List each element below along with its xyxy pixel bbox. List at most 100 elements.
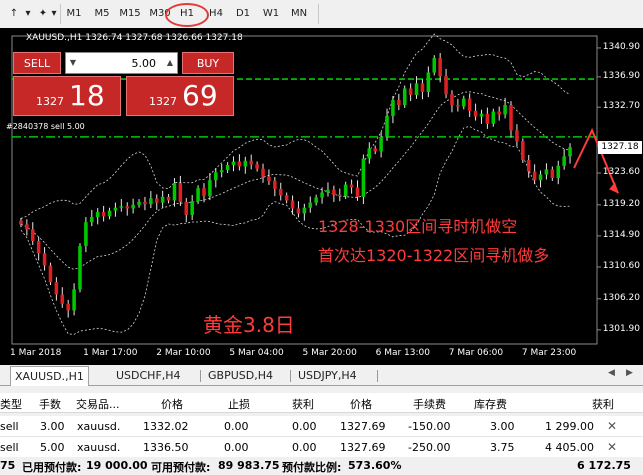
- candle: [66, 303, 70, 311]
- row-commission: -250.00: [408, 441, 451, 454]
- candle: [343, 184, 348, 197]
- row-type: sell: [0, 441, 19, 454]
- dropdown-icon[interactable]: ▾: [24, 6, 32, 22]
- tab-xauusd[interactable]: XAUUSD.,H1: [10, 366, 89, 386]
- timeframe-m5[interactable]: M5: [92, 6, 112, 22]
- tab-scroll-right-icon[interactable]: ▶: [626, 368, 633, 378]
- timeframe-d1[interactable]: D1: [233, 6, 253, 22]
- candle: [225, 165, 230, 171]
- tab-usdjpy[interactable]: USDJPY,H4: [298, 368, 357, 384]
- candle: [379, 136, 383, 152]
- col-swap[interactable]: 库存费: [474, 396, 507, 412]
- close-order-icon[interactable]: ✕: [607, 419, 617, 433]
- time-tick-label: 5 Mar 04:00: [229, 348, 284, 358]
- tab-scroll-left-icon[interactable]: ◀: [608, 368, 615, 378]
- col-profit[interactable]: 获利: [592, 396, 614, 412]
- candle: [137, 201, 141, 205]
- col-symbol[interactable]: 交易品...: [76, 396, 120, 412]
- close-order-icon[interactable]: ✕: [607, 440, 617, 454]
- margin-ratio-value: 573.60%: [348, 459, 402, 472]
- timeframe-m1[interactable]: M1: [64, 6, 84, 22]
- candle: [30, 229, 35, 241]
- annotation-title: 黄金3.8日: [203, 313, 295, 337]
- candle: [273, 180, 277, 189]
- tab-usdchf[interactable]: USDCHF,H4: [116, 368, 181, 384]
- buy-button[interactable]: BUY: [182, 52, 234, 74]
- candle: [532, 171, 537, 181]
- col-tp[interactable]: 获利: [292, 396, 314, 412]
- col-commission[interactable]: 手续费: [413, 396, 446, 412]
- lot-size-input[interactable]: [80, 55, 156, 71]
- candle: [408, 88, 413, 95]
- candle: [473, 110, 478, 117]
- candle: [249, 160, 253, 165]
- lot-increase-icon[interactable]: ▲: [164, 53, 176, 73]
- sell-price-box[interactable]: 1327 18: [13, 76, 121, 116]
- candle: [361, 158, 366, 197]
- time-tick-label: 2 Mar 10:00: [156, 348, 211, 358]
- dropdown-icon[interactable]: ▾: [50, 6, 58, 22]
- row-profit: 4 405.00: [545, 441, 594, 454]
- sell-price-prefix: 1327: [36, 95, 64, 108]
- candle: [119, 206, 124, 208]
- candle: [367, 148, 372, 159]
- table-row[interactable]: sell 3.00 xauusd. 1332.02 0.00 0.00 1327…: [0, 416, 643, 437]
- price-tick-label: 1306.20: [602, 292, 640, 303]
- candle: [149, 198, 153, 205]
- timeframe-m15[interactable]: M15: [118, 6, 142, 22]
- row-commission: -150.00: [408, 420, 451, 433]
- candle: [125, 206, 129, 209]
- price-tick-label: 1314.90: [602, 229, 640, 240]
- candle: [154, 198, 159, 203]
- candle: [497, 111, 501, 115]
- candle: [78, 246, 82, 290]
- candle: [479, 113, 484, 117]
- tab-gbpusd[interactable]: GBPUSD,H4: [208, 368, 273, 384]
- candle: [438, 58, 442, 77]
- draw-tools-icon[interactable]: ✦: [36, 6, 50, 22]
- lot-size-stepper[interactable]: ▼ ▲: [65, 52, 178, 74]
- timeframe-mn[interactable]: MN: [287, 6, 311, 22]
- candle: [107, 210, 112, 217]
- row-symbol: xauusd.: [77, 420, 121, 433]
- time-tick-label: 6 Mar 13:00: [375, 348, 430, 358]
- row-sl: 0.00: [224, 441, 249, 454]
- forecast-arrow: [573, 127, 619, 194]
- timeframe-w1[interactable]: W1: [260, 6, 282, 22]
- candle: [42, 253, 47, 266]
- price-tick-label: 1319.20: [602, 198, 640, 209]
- price-tick-label: 1332.70: [602, 101, 640, 112]
- candle: [420, 83, 425, 93]
- col-type[interactable]: 类型: [0, 396, 22, 412]
- current-price-marker: 1327.18: [598, 141, 642, 154]
- used-margin-label: 已用预付款:: [22, 461, 82, 474]
- cursor-icon[interactable]: ↑: [6, 6, 22, 22]
- row-tp: 0.00: [292, 420, 317, 433]
- col-sl[interactable]: 止损: [228, 396, 250, 412]
- candle: [314, 197, 318, 203]
- price-tick-label: 1301.90: [602, 323, 640, 334]
- candle: [178, 183, 183, 202]
- lot-decrease-icon[interactable]: ▼: [67, 53, 79, 73]
- price-tick-label: 1323.60: [602, 167, 640, 177]
- buy-price-box[interactable]: 1327 69: [126, 76, 234, 116]
- candle: [284, 195, 289, 201]
- candle: [214, 172, 218, 181]
- sell-button[interactable]: SELL: [13, 52, 61, 74]
- col-open-price[interactable]: 价格: [161, 396, 183, 412]
- chart-title: XAUUSD.,H1 1326.74 1327.68 1326.66 1327.…: [26, 33, 243, 43]
- candle: [196, 188, 200, 202]
- candle: [267, 176, 271, 181]
- row-price: 1327.69: [340, 420, 386, 433]
- candle: [556, 165, 561, 179]
- timeframe-h4[interactable]: H4: [206, 6, 226, 22]
- candle: [255, 164, 259, 169]
- table-row[interactable]: sell 5.00 xauusd. 1336.50 0.00 0.00 1327…: [0, 437, 643, 458]
- candle: [391, 100, 395, 116]
- candle: [332, 189, 336, 195]
- col-lots[interactable]: 手数: [39, 396, 61, 412]
- account-summary: 75 已用预付款: 19 000.00 可用预付款: 89 983.75 预付款…: [0, 457, 643, 474]
- price-chart[interactable]: XAUUSD.,H1 1326.74 1327.68 1326.66 1327.…: [0, 28, 643, 365]
- col-price[interactable]: 价格: [350, 396, 372, 412]
- candle: [462, 98, 466, 107]
